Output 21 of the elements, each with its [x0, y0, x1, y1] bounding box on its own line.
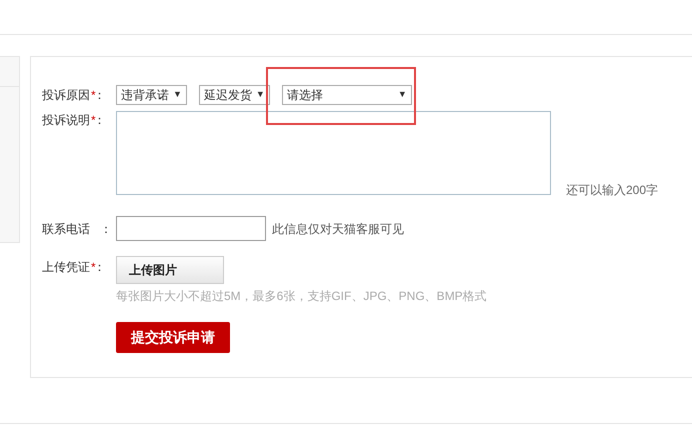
field-label: 投诉说明	[42, 112, 90, 129]
dropdown-select[interactable]: 违背承诺 ▼	[116, 85, 187, 105]
upload-button[interactable]: 上传图片	[116, 256, 224, 284]
phone-input[interactable]	[116, 216, 266, 241]
field-label: 投诉原因	[42, 87, 90, 104]
dropdown-select[interactable]: 请选择 ▼	[282, 85, 412, 105]
field-label: 上传凭证	[42, 259, 90, 276]
privacy-note: 此信息仅对天猫客服可见	[272, 220, 404, 238]
required-mark: *	[91, 112, 96, 129]
description-textarea[interactable]	[116, 111, 551, 195]
required-mark: *	[91, 87, 96, 104]
caret-icon: ▼	[256, 88, 265, 102]
required-mark: *	[91, 259, 96, 276]
caret-icon: ▼	[398, 88, 407, 102]
label-colon: ：	[100, 220, 112, 238]
upload-hint: 每张图片大小不超过5M，最多6张，支持GIF、JPG、PNG、BMP格式	[116, 288, 487, 305]
dropdown-select[interactable]: 延迟发货 ▼	[198, 85, 270, 105]
caret-icon: ▼	[173, 88, 182, 102]
field-label: 联系电话	[42, 220, 90, 238]
submit-button[interactable]: 提交投诉申请	[116, 322, 230, 353]
char-counter: 还可以输入200字	[566, 182, 658, 199]
